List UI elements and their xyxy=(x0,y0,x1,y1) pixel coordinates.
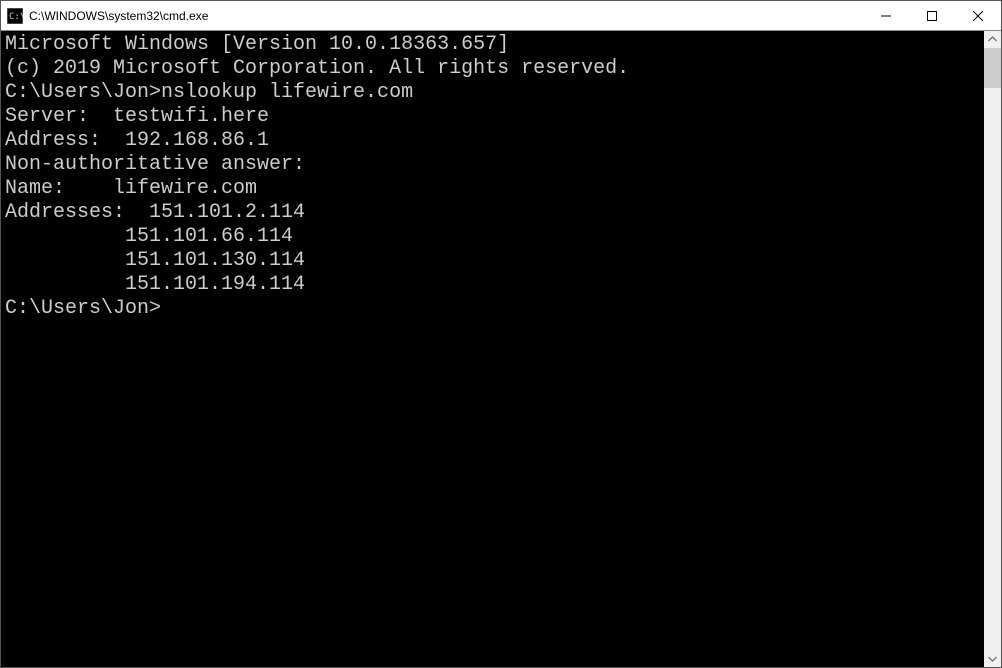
minimize-button[interactable] xyxy=(863,1,909,30)
terminal-line: Non-authoritative answer: xyxy=(5,153,984,177)
terminal-line: 151.101.130.114 xyxy=(5,249,984,273)
terminal-line: C:\Users\Jon> xyxy=(5,297,984,321)
svg-text:C:\: C:\ xyxy=(9,12,23,22)
terminal-line: Address: 192.168.86.1 xyxy=(5,129,984,153)
terminal-line: Name: lifewire.com xyxy=(5,177,984,201)
chevron-up-icon xyxy=(988,35,997,44)
window-controls xyxy=(863,1,1001,30)
vertical-scrollbar[interactable] xyxy=(984,31,1001,667)
terminal-line: C:\Users\Jon>nslookup lifewire.com xyxy=(5,81,984,105)
content-wrapper: Microsoft Windows [Version 10.0.18363.65… xyxy=(1,31,1001,667)
terminal-line: Microsoft Windows [Version 10.0.18363.65… xyxy=(5,33,984,57)
scrollbar-down-button[interactable] xyxy=(984,650,1001,667)
scrollbar-up-button[interactable] xyxy=(984,31,1001,48)
cmd-window: C:\ C:\WINDOWS\system32\cmd.exe xyxy=(0,0,1002,668)
maximize-icon xyxy=(927,11,937,21)
maximize-button[interactable] xyxy=(909,1,955,30)
chevron-down-icon xyxy=(988,654,997,663)
close-icon xyxy=(973,11,983,21)
terminal-line: Addresses: 151.101.2.114 xyxy=(5,201,984,225)
minimize-icon xyxy=(881,11,891,21)
terminal-line: 151.101.66.114 xyxy=(5,225,984,249)
scrollbar-track[interactable] xyxy=(984,48,1001,650)
terminal-line: 151.101.194.114 xyxy=(5,273,984,297)
scrollbar-thumb[interactable] xyxy=(984,48,1001,88)
window-title: C:\WINDOWS\system32\cmd.exe xyxy=(29,9,863,23)
terminal-line: Server: testwifi.here xyxy=(5,105,984,129)
terminal-output[interactable]: Microsoft Windows [Version 10.0.18363.65… xyxy=(1,31,984,667)
close-button[interactable] xyxy=(955,1,1001,30)
titlebar[interactable]: C:\ C:\WINDOWS\system32\cmd.exe xyxy=(1,1,1001,31)
terminal-line: (c) 2019 Microsoft Corporation. All righ… xyxy=(5,57,984,81)
cmd-icon: C:\ xyxy=(7,8,23,24)
